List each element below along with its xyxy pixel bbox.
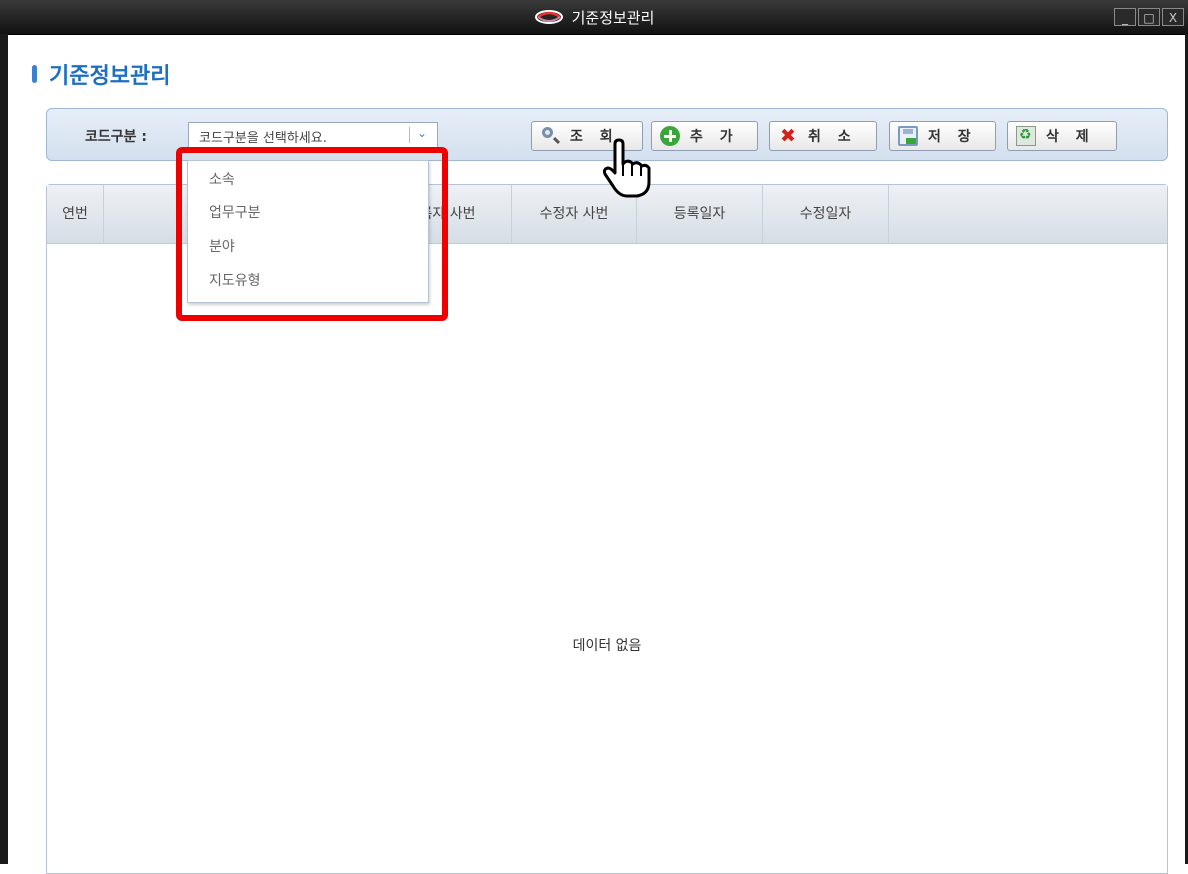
code-type-select[interactable]: 코드구분을 선택하세요. ⌄ (188, 122, 438, 148)
column-header-modify-date[interactable]: 수정일자 (763, 185, 889, 243)
add-icon (660, 126, 680, 146)
save-button[interactable]: 저 장 (889, 121, 996, 151)
app-logo-icon (534, 10, 563, 24)
cancel-button[interactable]: ✖ 취 소 (769, 121, 877, 151)
window-titlebar: 기준정보관리 _ □ X (0, 0, 1188, 35)
code-type-label: 코드구분 : (85, 129, 147, 145)
close-button[interactable]: X (1162, 8, 1184, 26)
select-separator (409, 127, 410, 143)
minimize-button[interactable]: _ (1114, 8, 1136, 26)
save-icon (898, 126, 918, 146)
chevron-down-icon[interactable]: ⌄ (417, 126, 427, 140)
grid-empty-message: 데이터 없음 (572, 638, 642, 654)
page-title-group: 기준정보관리 (32, 58, 170, 90)
window-title-group: 기준정보관리 (0, 0, 1188, 34)
window-controls: _ □ X (1114, 8, 1184, 26)
maximize-button[interactable]: □ (1138, 8, 1160, 26)
dropdown-highlight-box (176, 147, 448, 321)
column-header-seq[interactable]: 연번 (47, 185, 104, 243)
cancel-button-label: 취 소 (808, 129, 857, 145)
save-button-label: 저 장 (928, 129, 977, 145)
delete-icon (1016, 126, 1036, 146)
hand-cursor-icon (602, 138, 651, 198)
code-type-select-value: 코드구분을 선택하세요. (199, 131, 327, 146)
window-title: 기준정보관리 (571, 8, 655, 27)
delete-button[interactable]: 삭 제 (1007, 121, 1117, 151)
search-icon (540, 126, 560, 146)
cancel-icon: ✖ (780, 125, 796, 147)
window-frame-left (0, 34, 8, 864)
delete-button-label: 삭 제 (1046, 129, 1095, 145)
add-button[interactable]: 추 가 (651, 121, 758, 151)
title-marker-icon (32, 65, 37, 83)
page-title: 기준정보관리 (49, 64, 171, 89)
add-button-label: 추 가 (690, 129, 739, 145)
